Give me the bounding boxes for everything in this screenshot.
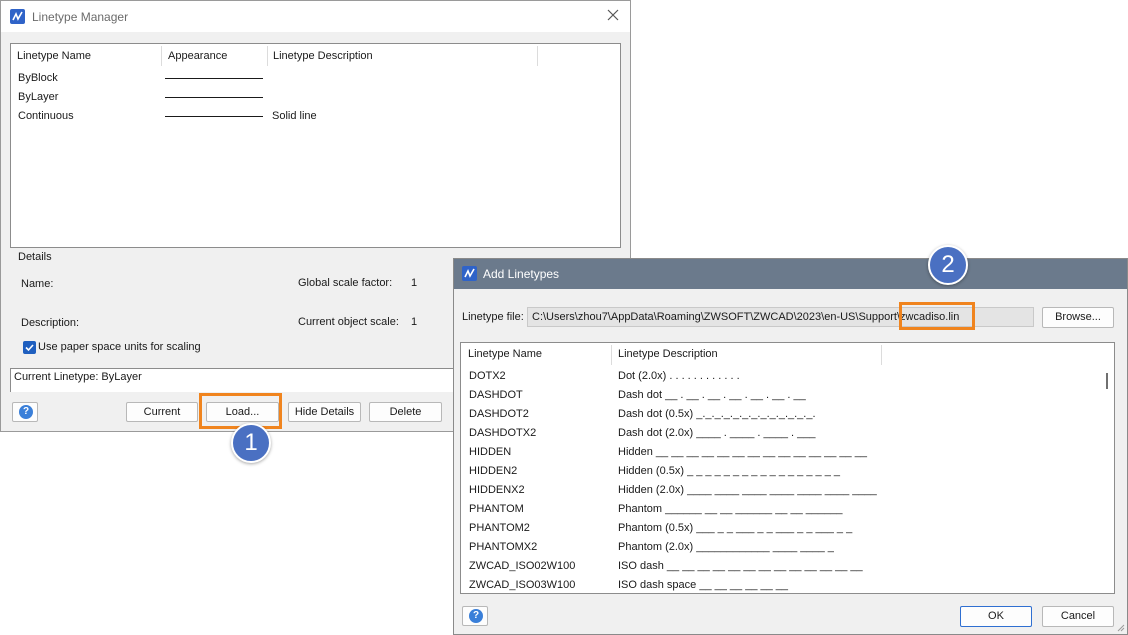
hide-details-button[interactable]: Hide Details xyxy=(288,402,361,422)
linetype-appearance xyxy=(165,78,263,79)
linetype-name: DASHDOTX2 xyxy=(469,427,537,439)
linetype-description: Dot (2.0x) . . . . . . . . . . . . xyxy=(618,370,740,382)
linetype-name: ZWCAD_ISO03W100 xyxy=(469,579,576,591)
linetype-appearance xyxy=(165,116,263,117)
zwcad-app-icon xyxy=(462,266,477,281)
linetype-name: HIDDENX2 xyxy=(469,484,525,496)
linetype-name: PHANTOM2 xyxy=(469,522,530,534)
help-icon: ? xyxy=(469,609,483,623)
resize-grip-icon[interactable] xyxy=(1115,622,1125,632)
title-bar: Linetype Manager xyxy=(1,1,630,32)
column-header-name[interactable]: Linetype Name xyxy=(11,44,91,68)
ok-button[interactable]: OK xyxy=(960,606,1032,627)
column-divider[interactable] xyxy=(537,46,538,66)
add-linetypes-dialog: Add Linetypes Linetype file: C:\Users\zh… xyxy=(453,258,1128,635)
linetype-description: Dash dot (0.5x) _._._._._._._._._._._._.… xyxy=(618,408,816,420)
linetype-description: Hidden __ __ __ __ __ __ __ __ __ __ __ … xyxy=(618,446,867,458)
list-item[interactable]: ZWCAD_ISO02W100 ISO dash __ __ __ __ __ _… xyxy=(461,557,1101,576)
help-icon: ? xyxy=(19,405,33,419)
description-label: Description: xyxy=(21,317,80,329)
title-bar: Add Linetypes xyxy=(454,259,1127,289)
dialog-title: Add Linetypes xyxy=(483,267,560,281)
cancel-button[interactable]: Cancel xyxy=(1042,606,1114,627)
column-header-description[interactable]: Linetype Description xyxy=(611,343,718,366)
list-item[interactable]: DOTX2 Dot (2.0x) . . . . . . . . . . . . xyxy=(461,367,1101,386)
close-icon[interactable] xyxy=(606,8,620,22)
list-item[interactable]: DASHDOT2 Dash dot (0.5x) _._._._._._._._.… xyxy=(461,405,1101,424)
linetype-name: DASHDOT xyxy=(469,389,523,401)
list-item[interactable]: DASHDOTX2 Dash dot (2.0x) ____ . ____ . _… xyxy=(461,424,1101,443)
linetype-name: ZWCAD_ISO02W100 xyxy=(469,560,576,572)
linetype-file-label: Linetype file: xyxy=(462,311,524,323)
linetype-name: ByBlock xyxy=(18,72,58,84)
column-header-description[interactable]: Linetype Description xyxy=(267,44,373,68)
linetype-description: Solid line xyxy=(272,110,317,122)
dialog-title: Linetype Manager xyxy=(32,10,129,24)
help-button[interactable]: ? xyxy=(12,402,38,422)
list-item[interactable]: PHANTOM2 Phantom (0.5x) ___ _ _ ___ _ _ _… xyxy=(461,519,1101,538)
column-header-name[interactable]: Linetype Name xyxy=(461,343,542,366)
linetype-description: Dash dot (2.0x) ____ . ____ . ____ . ___ xyxy=(618,427,816,439)
current-linetype-text: Current Linetype: ByLayer xyxy=(14,371,142,383)
zwcad-app-icon xyxy=(10,9,25,24)
linetype-appearance xyxy=(165,97,263,98)
details-section-label: Details xyxy=(18,251,52,263)
linetype-name: Continuous xyxy=(18,110,74,122)
paper-space-checkbox[interactable] xyxy=(23,341,36,354)
linetype-name: HIDDEN2 xyxy=(469,465,518,477)
scrollbar-thumb[interactable] xyxy=(1106,373,1108,389)
object-scale-label: Current object scale: xyxy=(298,316,399,328)
global-scale-label: Global scale factor: xyxy=(298,277,393,289)
load-button-highlight xyxy=(199,393,282,429)
list-item[interactable]: ByBlock xyxy=(11,69,620,88)
step-badge-1: 1 xyxy=(231,423,271,463)
list-item[interactable]: ZWCAD_ISO03W100 ISO dash space __ __ __ _… xyxy=(461,576,1101,593)
list-item[interactable]: HIDDENX2 Hidden (2.0x) ____ ____ ____ ___… xyxy=(461,481,1101,500)
linetype-list[interactable]: Linetype Name Appearance Linetype Descri… xyxy=(10,43,621,248)
linetype-description: ISO dash __ __ __ __ __ __ __ __ __ __ _… xyxy=(618,560,863,572)
linetype-description: Dash dot __ . __ . __ . __ . __ . __ . _… xyxy=(618,389,806,401)
linetype-description: Hidden (0.5x) _ _ _ _ _ _ _ _ _ _ _ _ _ … xyxy=(618,465,840,477)
linetype-name: DOTX2 xyxy=(469,370,506,382)
checkmark-icon xyxy=(25,344,34,352)
available-linetypes-list[interactable]: Linetype Name Linetype Description DOTX2… xyxy=(460,342,1115,594)
list-item[interactable]: Continuous Solid line xyxy=(11,107,620,126)
linetype-description: Phantom (0.5x) ___ _ _ ___ _ _ ___ _ _ _… xyxy=(618,522,853,534)
column-divider[interactable] xyxy=(881,345,882,365)
step-badge-2: 2 xyxy=(928,245,968,285)
linetype-description: Hidden (2.0x) ____ ____ ____ ____ ____ _… xyxy=(618,484,877,496)
linetype-name: HIDDEN xyxy=(469,446,512,458)
vertical-scrollbar[interactable] xyxy=(1099,343,1114,593)
file-name-highlight xyxy=(899,302,975,330)
list-item[interactable]: ByLayer xyxy=(11,88,620,107)
column-header-appearance[interactable]: Appearance xyxy=(162,44,227,68)
list-item[interactable]: DASHDOT Dash dot __ . __ . __ . __ . __ .… xyxy=(461,386,1101,405)
list-item[interactable]: PHANTOMX2 Phantom (2.0x) ____________ ___… xyxy=(461,538,1101,557)
object-scale-field[interactable]: 1 xyxy=(411,316,417,328)
linetype-name: ByLayer xyxy=(18,91,59,103)
linetype-name: DASHDOT2 xyxy=(469,408,529,420)
delete-button[interactable]: Delete xyxy=(369,402,442,422)
paper-space-label[interactable]: Use paper space units for scaling xyxy=(38,341,201,353)
list-item[interactable]: PHANTOM Phantom ______ __ __ ______ __ __… xyxy=(461,500,1101,519)
linetype-name: PHANTOMX2 xyxy=(469,541,538,553)
linetype-description: ISO dash space __ __ __ __ __ __ xyxy=(618,579,789,591)
name-label: Name: xyxy=(21,278,54,290)
current-linetype-bar: Current Linetype: ByLayer xyxy=(10,368,456,392)
linetype-name: PHANTOM xyxy=(469,503,524,515)
linetype-description: Phantom (2.0x) ____________ ____ ____ _ xyxy=(618,541,834,553)
linetype-description: Phantom ______ __ __ ______ __ __ ______ xyxy=(618,503,843,515)
list-item[interactable]: HIDDEN Hidden __ __ __ __ __ __ __ __ __ … xyxy=(461,443,1101,462)
current-button[interactable]: Current xyxy=(126,402,198,422)
global-scale-field[interactable]: 1 xyxy=(411,277,417,289)
browse-button[interactable]: Browse... xyxy=(1042,307,1114,328)
help-button[interactable]: ? xyxy=(462,606,488,626)
list-item[interactable]: HIDDEN2 Hidden (0.5x) _ _ _ _ _ _ _ _ _ _… xyxy=(461,462,1101,481)
